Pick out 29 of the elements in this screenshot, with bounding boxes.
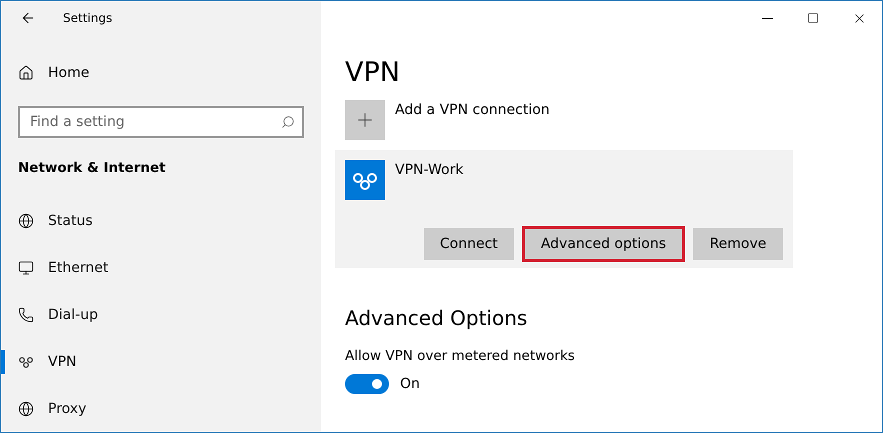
page-heading: VPN xyxy=(345,56,401,90)
globe-icon xyxy=(18,400,34,417)
sidebar-item[interactable]: VPN xyxy=(1,338,321,386)
add-connection-label[interactable]: Add a VPN connection xyxy=(395,102,550,118)
connection-card[interactable]: VPN-Work Connect Advanced options Remove xyxy=(335,150,793,268)
search-field[interactable]: Find a setting xyxy=(18,106,304,138)
vpn-icon xyxy=(345,160,385,200)
setting-label: Allow VPN over metered networks xyxy=(345,348,576,364)
sidebar-item[interactable]: Ethernet xyxy=(1,244,321,292)
action-button[interactable]: Connect xyxy=(424,228,514,260)
monitor-icon xyxy=(18,260,34,276)
sidebar-item[interactable]: Proxy xyxy=(1,385,321,432)
search-icon xyxy=(281,114,295,129)
selection-indicator xyxy=(1,350,5,374)
phone-icon xyxy=(18,306,34,323)
action-button[interactable]: Advanced options xyxy=(522,226,685,262)
section-heading: Network & Internet xyxy=(17,158,167,178)
window-title: Settings xyxy=(63,11,112,26)
globe-icon xyxy=(18,213,34,230)
action-button[interactable]: Remove xyxy=(693,228,783,260)
home-icon xyxy=(18,65,34,82)
section-heading: Advanced Options xyxy=(345,306,528,330)
connection-name: VPN-Work xyxy=(395,162,464,178)
toggle-switch[interactable] xyxy=(345,374,389,394)
maximize-icon xyxy=(807,12,819,24)
sidebar-item[interactable]: Status xyxy=(1,198,321,245)
toggle-state: On xyxy=(400,376,420,392)
sidebar-item[interactable]: Dial-up xyxy=(1,291,321,338)
home-link[interactable]: Home xyxy=(1,46,321,101)
